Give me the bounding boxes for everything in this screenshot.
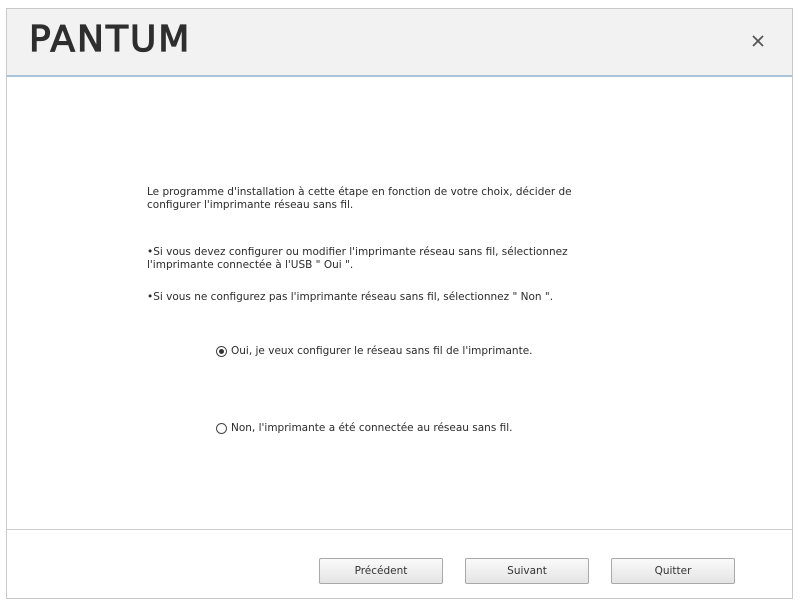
header-bar: PANTUM [7, 9, 792, 77]
footer-bar: Précédent Suivant Quitter [7, 530, 792, 598]
close-icon [752, 35, 764, 47]
radio-option-no[interactable]: Non, l'imprimante a été connectée au rés… [216, 422, 513, 434]
radio-label-yes: Oui, je veux configurer le réseau sans f… [231, 345, 533, 357]
radio-label-no: Non, l'imprimante a été connectée au rés… [231, 422, 513, 434]
radio-unselected-icon[interactable] [216, 422, 227, 434]
pantum-logo: PANTUM [28, 18, 192, 60]
quit-button[interactable]: Quitter [611, 558, 735, 584]
bullet-yes-text: •Si vous devez configurer ou modifier l'… [147, 246, 568, 271]
installer-window: PANTUM Le programme d'installation à cet… [6, 8, 793, 599]
close-button[interactable] [746, 29, 770, 53]
radio-selected-icon[interactable] [216, 345, 227, 357]
radio-option-yes[interactable]: Oui, je veux configurer le réseau sans f… [216, 345, 533, 357]
previous-button[interactable]: Précédent [319, 558, 443, 584]
content-area: Le programme d'installation à cette étap… [7, 77, 792, 529]
intro-text: Le programme d'installation à cette étap… [147, 186, 572, 211]
next-button[interactable]: Suivant [465, 558, 589, 584]
radio-dot [219, 348, 224, 354]
bullet-no-text: •Si vous ne configurez pas l'imprimante … [147, 291, 554, 303]
